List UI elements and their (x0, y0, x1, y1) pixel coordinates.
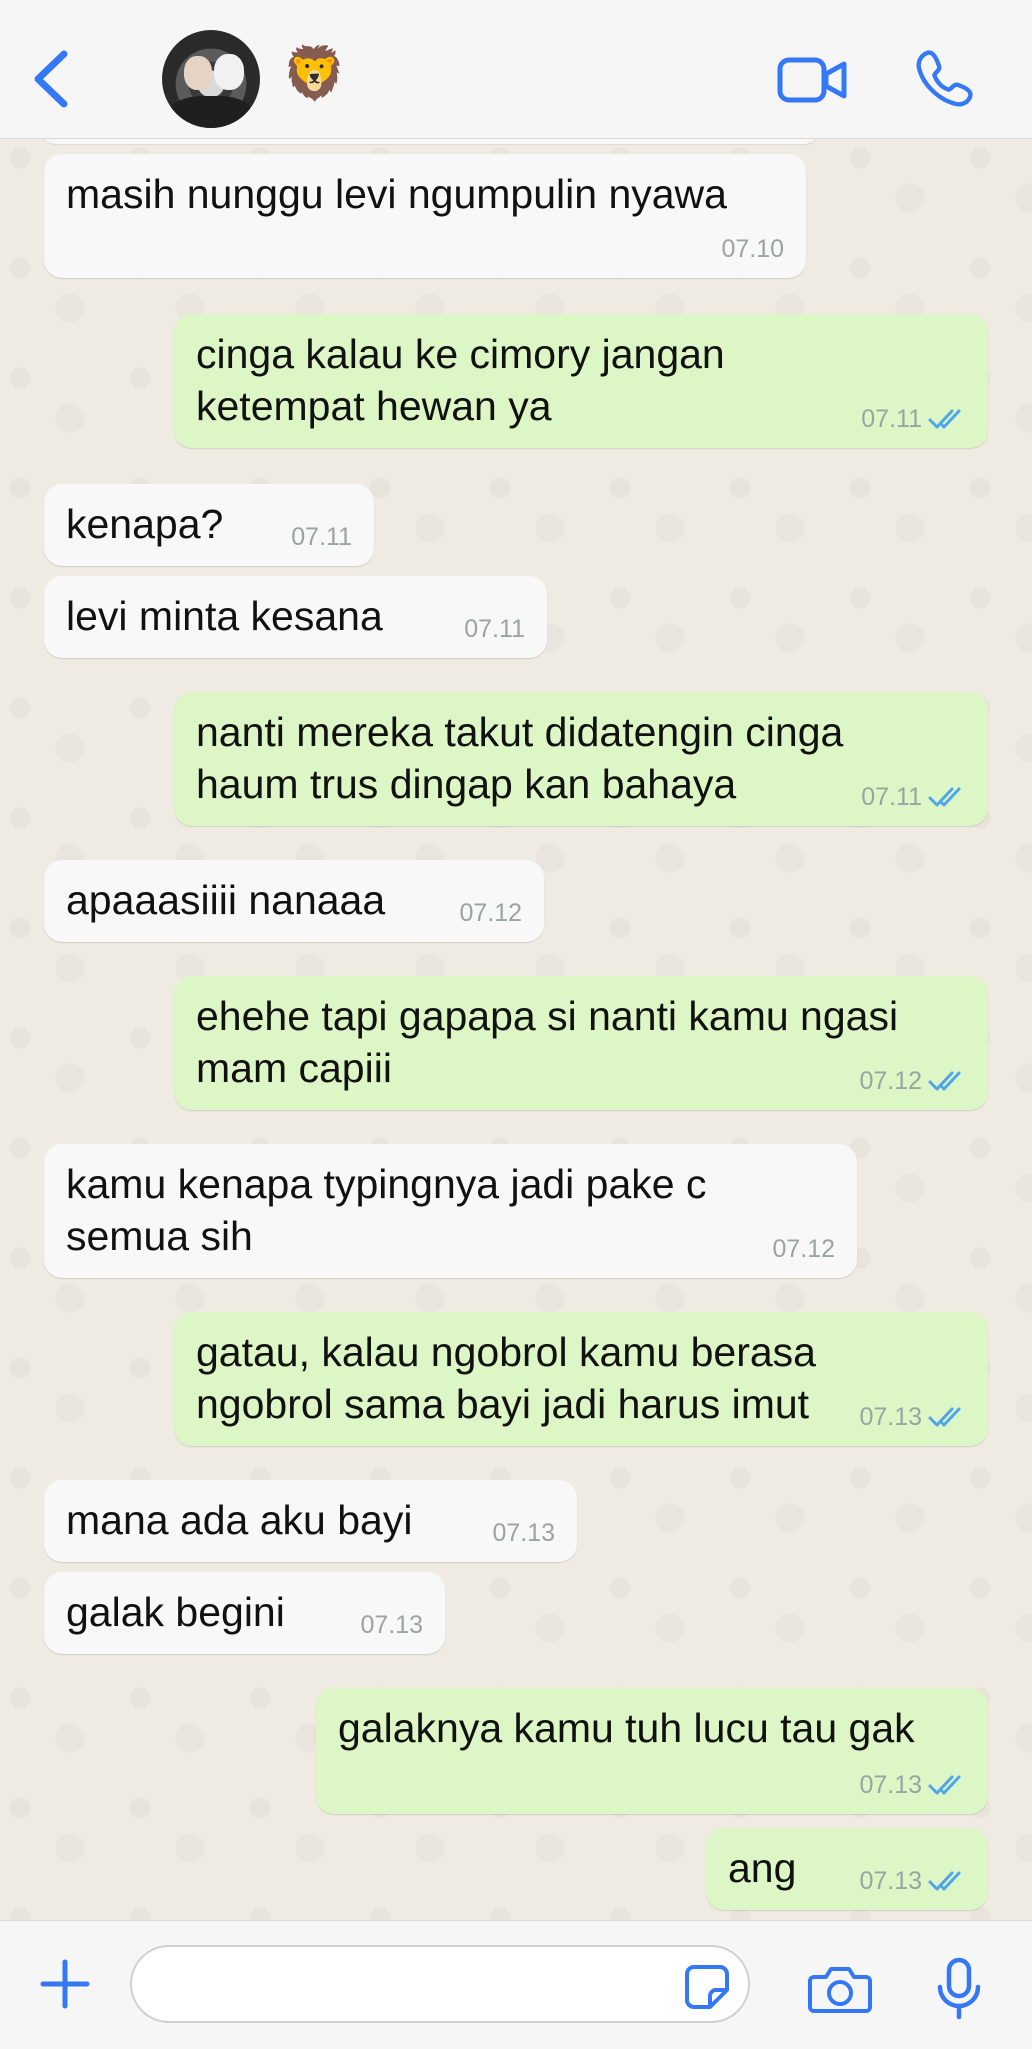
message-text: mana ada aku bayi (66, 1497, 413, 1543)
double-check-icon (928, 1871, 961, 1891)
message-time: 07.12 (772, 1235, 835, 1263)
message-text: galaknya kamu tuh lucu tau gak (338, 1705, 915, 1751)
message-meta: 07.12 (459, 898, 522, 928)
message-time: 07.13 (859, 1771, 922, 1799)
incoming-message[interactable]: galak begini 07.13 (44, 1572, 445, 1654)
message-text: kamu kenapa typingnya jadi pake c (66, 1161, 707, 1207)
contact-avatar[interactable] (162, 30, 260, 128)
outgoing-message[interactable]: gatau, kalau ngobrol kamu berasa ngobrol … (174, 1312, 988, 1446)
incoming-message[interactable]: mana ada aku bayi 07.13 (44, 1480, 577, 1562)
double-check-icon (928, 1071, 961, 1091)
double-check-icon (928, 787, 961, 807)
contact-name[interactable]: 🦁 (282, 44, 347, 104)
message-time: 07.11 (291, 523, 352, 551)
message-text: apaaasiiii nanaaa (66, 877, 386, 923)
double-check-icon (928, 409, 961, 429)
message-text: masih nunggu levi ngumpulin nyawa (66, 171, 727, 217)
message-meta: 07.12 (859, 1066, 968, 1096)
message-meta: 07.13 (859, 1866, 968, 1896)
message-meta: 07.13 (859, 1770, 968, 1800)
phone-icon[interactable] (914, 46, 976, 110)
message-time: 07.11 (861, 405, 922, 433)
message-text: haum trus dingap kan bahaya (196, 761, 737, 807)
chat-header: 🦁 (0, 0, 1032, 139)
message-meta: 07.12 (772, 1234, 835, 1264)
incoming-message[interactable]: apaaasiiii nanaaa 07.12 (44, 860, 544, 942)
message-text: ngobrol sama bayi jadi harus imut (196, 1381, 810, 1427)
message-text: ang (728, 1845, 797, 1891)
plus-icon[interactable] (40, 1959, 90, 2009)
incoming-message[interactable]: kamu kenapa typingnya jadi pake c semua s… (44, 1144, 857, 1278)
message-time: 07.13 (859, 1867, 922, 1895)
message-time: 07.12 (859, 1067, 922, 1095)
message-text: cinga kalau ke cimory jangan (196, 331, 725, 377)
message-text: galak begini (66, 1589, 285, 1635)
double-check-icon (928, 1407, 961, 1427)
outgoing-message[interactable]: galaknya kamu tuh lucu tau gak 07.13 (316, 1688, 988, 1814)
message-meta: 07.13 (859, 1402, 968, 1432)
outgoing-message[interactable]: ehehe tapi gapapa si nanti kamu ngasi mam… (174, 976, 988, 1110)
message-time: 07.13 (492, 1519, 555, 1547)
message-meta: 07.13 (360, 1610, 423, 1640)
message-meta: 07.11 (861, 782, 968, 812)
message-time: 07.11 (861, 783, 922, 811)
message-time: 07.12 (459, 899, 522, 927)
message-meta: 07.11 (464, 614, 525, 644)
chevron-left-icon[interactable] (28, 48, 78, 110)
message-text: mam capiii (196, 1045, 392, 1091)
message-time: 07.13 (360, 1611, 423, 1639)
message-meta: 07.11 (291, 522, 352, 552)
message-composer (0, 1920, 1032, 2049)
camera-icon[interactable] (808, 1963, 872, 2015)
outgoing-message[interactable]: cinga kalau ke cimory jangan ketempat hew… (174, 314, 988, 448)
message-meta: 07.11 (861, 404, 968, 434)
incoming-message[interactable]: levi minta kesana 07.11 (44, 576, 547, 658)
microphone-icon[interactable] (934, 1957, 984, 2021)
video-camera-icon[interactable] (776, 52, 848, 108)
message-input[interactable] (130, 1945, 750, 2023)
incoming-message[interactable]: kenapa? 07.11 (44, 484, 374, 566)
message-time: 07.11 (464, 615, 525, 643)
message-time: 07.10 (721, 235, 784, 263)
outgoing-message[interactable]: ang 07.13 (706, 1828, 988, 1910)
message-meta: 07.10 (721, 234, 784, 264)
sticker-icon[interactable] (684, 1964, 730, 2010)
message-text: levi minta kesana (66, 593, 383, 639)
message-text: gatau, kalau ngobrol kamu berasa (196, 1329, 816, 1375)
message-meta: 07.13 (492, 1518, 555, 1548)
message-text: ketempat hewan ya (196, 383, 552, 429)
message-text: ehehe tapi gapapa si nanti kamu ngasi (196, 993, 899, 1039)
double-check-icon (928, 1775, 961, 1795)
outgoing-message[interactable]: nanti mereka takut didatengin cinga haum … (174, 692, 988, 826)
message-text: kenapa? (66, 501, 224, 547)
incoming-message[interactable]: masih nunggu levi ngumpulin nyawa 07.10 (44, 154, 806, 278)
message-list[interactable]: masih nunggu levi ngumpulin nyawa 07.10 ci… (0, 138, 1032, 1920)
message-time: 07.13 (859, 1403, 922, 1431)
message-text: nanti mereka takut didatengin cinga (196, 709, 844, 755)
message-text: semua sih (66, 1213, 253, 1259)
